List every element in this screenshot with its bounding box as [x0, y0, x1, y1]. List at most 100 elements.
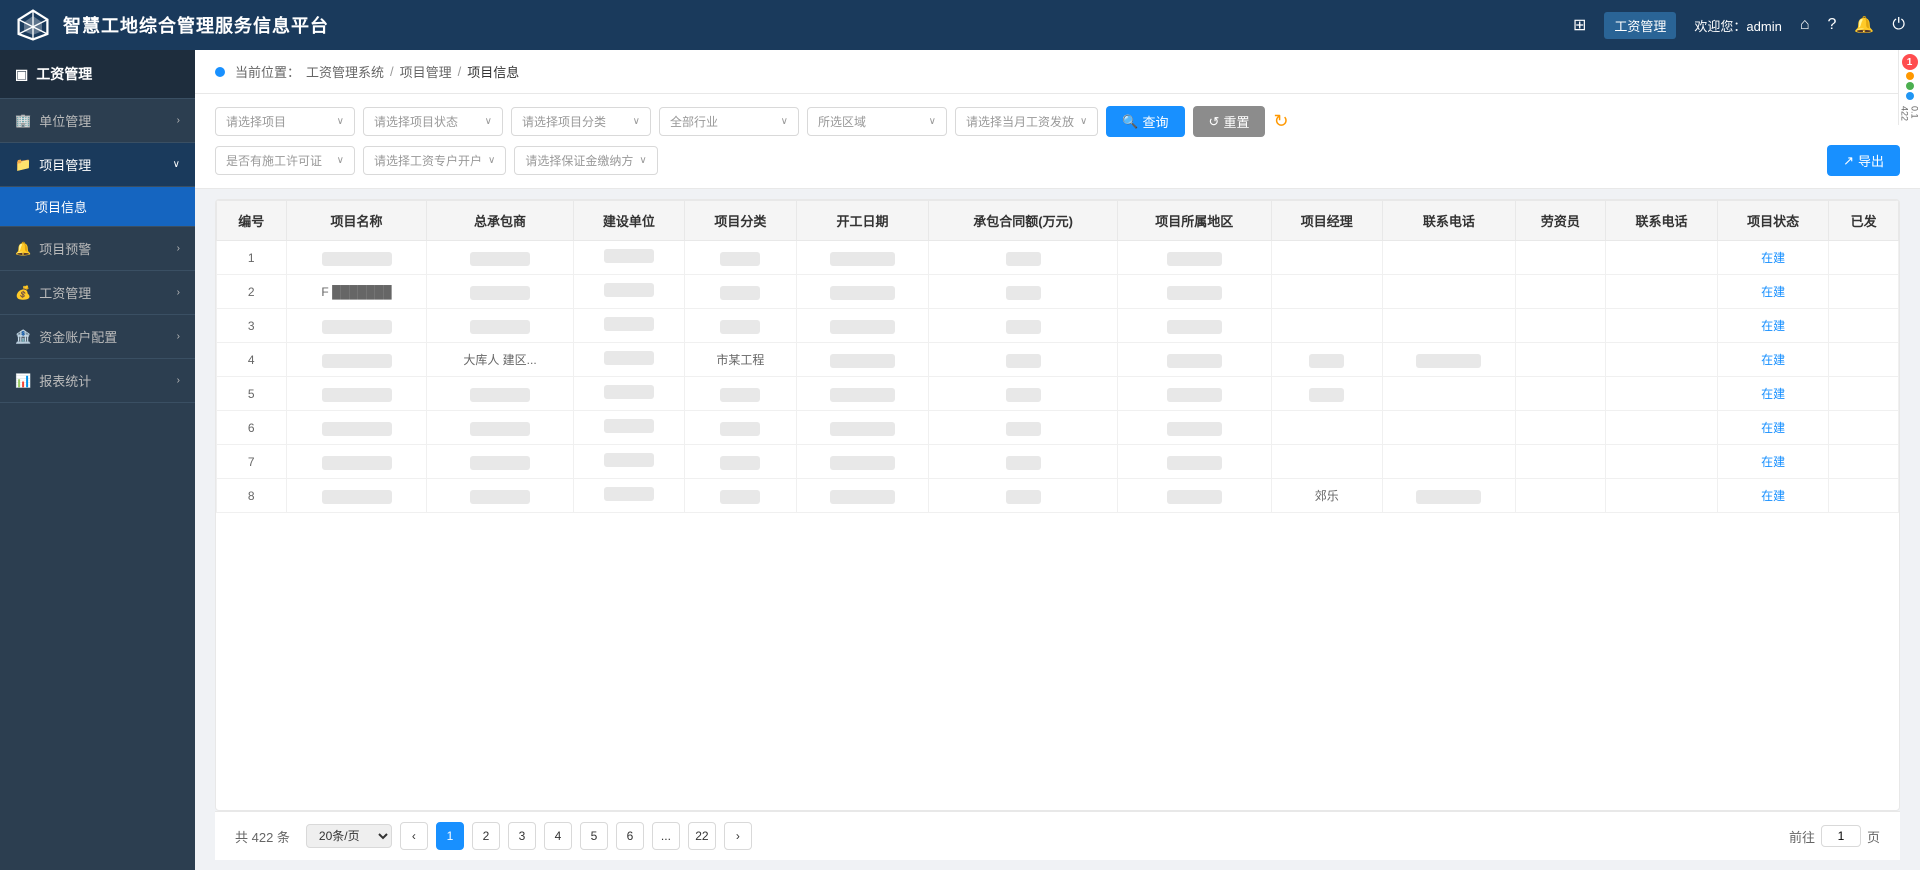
page-btn-1[interactable]: 1 [436, 822, 464, 850]
cell-region: ████ [1117, 445, 1271, 479]
prev-page-btn[interactable]: ‹ [400, 822, 428, 850]
table-row[interactable]: 4 ███████ 大库人 建区... 市某工程 ████████ ████ █… [217, 343, 1899, 377]
status-dot-green [1906, 82, 1914, 90]
cell-start-date: ████████ [796, 479, 929, 513]
cell-region: ████ [1117, 377, 1271, 411]
cell-pm-phone [1383, 445, 1516, 479]
table-wrapper[interactable]: 编号 项目名称 总承包商 建设单位 项目分类 开工日期 承包合同额(万元) 项目… [215, 199, 1900, 811]
col-paid: 已发 [1829, 201, 1899, 241]
cell-contract-amount: ████ [929, 445, 1118, 479]
cell-owner [573, 275, 685, 309]
cell-category: ████ [685, 309, 797, 343]
cell-pm [1271, 445, 1383, 479]
cell-start-date: ████████ [796, 445, 929, 479]
page-btn-2[interactable]: 2 [472, 822, 500, 850]
filter-industry[interactable]: 全部行业 ∨ [659, 107, 799, 136]
chevron-down-salary: ∨ [1080, 116, 1087, 127]
page-btn-3[interactable]: 3 [508, 822, 536, 850]
cell-labor-phone [1606, 479, 1718, 513]
cell-id: 4 [217, 343, 287, 377]
filter-guarantee[interactable]: 请选择保证金缴纳方 ∨ [514, 146, 657, 175]
sidebar-sub-item-project-info[interactable]: 项目信息 [0, 187, 195, 227]
cell-id: 3 [217, 309, 287, 343]
sidebar-item-warning[interactable]: 🔔 项目预警 › [0, 227, 195, 271]
cell-contract-amount: ████ [929, 275, 1118, 309]
cell-start-date: ████████ [796, 343, 929, 377]
cell-contract-amount: ████ [929, 377, 1118, 411]
goto-input[interactable] [1821, 825, 1861, 847]
header: 智慧工地综合管理服务信息平台 ⊞ 工资管理 欢迎您：admin ⌂ ? 🔔 ⏻ [0, 0, 1920, 50]
header-left: 智慧工地综合管理服务信息平台 [15, 7, 329, 43]
sidebar-item-report[interactable]: 📊 报表统计 › [0, 359, 195, 403]
cell-paid [1829, 411, 1899, 445]
cell-pm-phone [1383, 241, 1516, 275]
cell-project-name: ███████ [286, 309, 427, 343]
cell-labor [1515, 377, 1606, 411]
cell-region: █... [1117, 411, 1271, 445]
table-row[interactable]: 2 F ███████ ████████ ████ ████████ ████ … [217, 275, 1899, 309]
table-row[interactable]: 5 ███████ ████████ ████ ████████ ████ ██… [217, 377, 1899, 411]
cell-region: ████... [1117, 275, 1271, 309]
breadcrumb-sep2: / [458, 64, 462, 79]
filter-region[interactable]: 所选区域 ∨ [807, 107, 947, 136]
cell-paid [1829, 275, 1899, 309]
sidebar-item-unit[interactable]: 🏢 单位管理 › [0, 99, 195, 143]
cell-contract-amount: ████ [929, 241, 1118, 275]
status-dot-blue [1906, 92, 1914, 100]
chevron-down-industry: ∨ [781, 116, 788, 127]
filter-project[interactable]: 请选择项目 ∨ [215, 107, 355, 136]
module-name[interactable]: 工资管理 [1604, 12, 1676, 39]
building-icon: 🏢 [15, 113, 31, 129]
cell-region: ████ [1117, 479, 1271, 513]
layout: ▣ 工资管理 🏢 单位管理 › 📁 项目管理 ∨ 项目信息 🔔 项目预警 [0, 50, 1920, 870]
table-row[interactable]: 6 ███████ ████████ ████ ████████ ████ █.… [217, 411, 1899, 445]
table-row[interactable]: 3 ███████ ████████ ████ ████████ ████ ██… [217, 309, 1899, 343]
col-owner: 建设单位 [573, 201, 685, 241]
sidebar-label-warning: 项目预警 [39, 239, 91, 258]
page-btn-6[interactable]: 6 [616, 822, 644, 850]
cell-status: 在建 [1717, 309, 1829, 343]
cell-start-date: ████████ [796, 411, 929, 445]
reset-icon: ↺ [1209, 114, 1220, 130]
cell-project-name: ██████ [286, 241, 427, 275]
query-button[interactable]: 🔍 查询 [1106, 106, 1184, 137]
header-title: 智慧工地综合管理服务信息平台 [63, 12, 329, 38]
goto-page: 前往 页 [1789, 825, 1880, 847]
cell-status: 在建 [1717, 377, 1829, 411]
next-page-btn[interactable]: › [724, 822, 752, 850]
home-icon[interactable]: ⌂ [1800, 16, 1810, 34]
cell-pm [1271, 411, 1383, 445]
table-row[interactable]: 1 ██████ ████████ ██████ ████████ ████ █… [217, 241, 1899, 275]
sidebar-item-project[interactable]: 📁 项目管理 ∨ [0, 143, 195, 187]
total-count: 共 422 条 [235, 827, 290, 846]
filter-wage-account[interactable]: 请选择工资专户开户 ∨ [363, 146, 506, 175]
reset-button[interactable]: ↺ 重置 [1193, 106, 1266, 137]
breadcrumb-sep1: / [390, 64, 394, 79]
filter-project-category[interactable]: 请选择项目分类 ∨ [511, 107, 651, 136]
sidebar-item-wage[interactable]: 💰 工资管理 › [0, 271, 195, 315]
page-btn-5[interactable]: 5 [580, 822, 608, 850]
export-button[interactable]: ↗ 导出 [1827, 145, 1900, 176]
page-btn-4[interactable]: 4 [544, 822, 572, 850]
help-icon[interactable]: ? [1828, 16, 1837, 34]
filter-salary-month[interactable]: 请选择当月工资发放 ∨ [955, 107, 1098, 136]
page-size-select[interactable]: 20条/页 50条/页 100条/页 [306, 824, 392, 848]
notification-icon[interactable]: 🔔 [1854, 15, 1874, 35]
cell-paid [1829, 445, 1899, 479]
sidebar-item-fund[interactable]: 🏦 资金账户配置 › [0, 315, 195, 359]
power-icon[interactable]: ⏻ [1892, 16, 1905, 34]
filter-construction-permit[interactable]: 是否有施工许可证 ∨ [215, 146, 355, 175]
page-btn-22[interactable]: 22 [688, 822, 716, 850]
cell-pm: █... [1271, 377, 1383, 411]
cell-paid [1829, 377, 1899, 411]
table-row[interactable]: 7 ███████ ████████ ████ ████████ ████ ██… [217, 445, 1899, 479]
panel-count: 0.1422 [1900, 106, 1920, 121]
cell-category: ██████ [685, 241, 797, 275]
cell-contract-amount: ████ [929, 343, 1118, 377]
sidebar-label-unit: 单位管理 [39, 111, 91, 130]
table-row[interactable]: 8 ███████ ████████ ████ ████████ ████ ██… [217, 479, 1899, 513]
cell-region: ████ [1117, 309, 1271, 343]
filter-project-status[interactable]: 请选择项目状态 ∨ [363, 107, 503, 136]
cell-id: 7 [217, 445, 287, 479]
welcome-text: 欢迎您：admin [1694, 16, 1781, 35]
